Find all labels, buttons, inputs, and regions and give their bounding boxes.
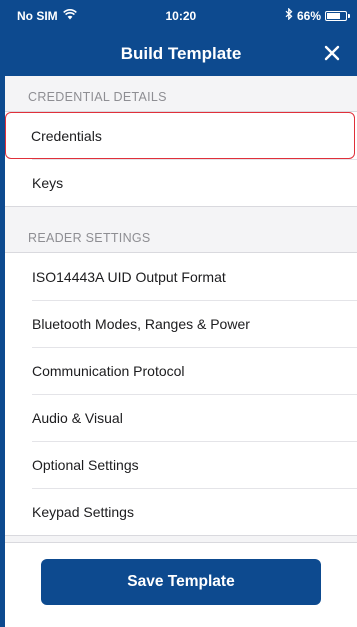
list-item-keys[interactable]: Keys: [5, 159, 357, 206]
carrier-label: No SIM: [17, 8, 58, 23]
list-item-label: Keypad Settings: [32, 503, 134, 520]
page-title: Build Template: [120, 43, 242, 63]
list-item-label: Bluetooth Modes, Ranges & Power: [32, 315, 250, 332]
battery-icon: [325, 10, 350, 21]
save-template-button[interactable]: Save Template: [41, 559, 321, 605]
section-header-reader-settings: READER SETTINGS: [5, 217, 357, 252]
section-header-credential-details: CREDENTIAL DETAILS: [5, 76, 357, 111]
list-item-optional-settings[interactable]: Optional Settings: [5, 441, 357, 488]
wifi-icon: [62, 8, 77, 23]
clock: 10:20: [165, 8, 197, 23]
app-frame: No SIM 10:20 66% Build Template CREDENTI…: [0, 0, 357, 627]
status-left: No SIM: [17, 9, 77, 23]
list-item-label: Communication Protocol: [32, 362, 185, 379]
list-item-communication-protocol[interactable]: Communication Protocol: [5, 347, 357, 394]
list-item-label: ISO14443A UID Output Format: [32, 268, 226, 285]
list-item-bluetooth-modes[interactable]: Bluetooth Modes, Ranges & Power: [5, 300, 357, 347]
list-item-credentials[interactable]: Credentials: [5, 112, 355, 159]
close-icon[interactable]: [321, 42, 343, 64]
status-right: 66%: [285, 7, 350, 23]
footer: Save Template: [5, 542, 357, 627]
list-item-audio-visual[interactable]: Audio & Visual: [5, 394, 357, 441]
battery-fill: [327, 12, 341, 19]
list-item-uid-output-format[interactable]: ISO14443A UID Output Format: [5, 253, 357, 300]
reader-settings-list: ISO14443A UID Output Format Bluetooth Mo…: [5, 252, 357, 536]
list-item-label: Credentials: [31, 127, 102, 144]
credential-details-list: Credentials Keys: [5, 111, 357, 207]
bluetooth-icon: [285, 7, 293, 23]
battery-percent: 66%: [296, 8, 321, 23]
list-item-label: Optional Settings: [32, 456, 139, 473]
list-item-label: Keys: [32, 174, 64, 191]
status-bar: No SIM 10:20 66%: [5, 0, 357, 31]
list-item-keypad-settings[interactable]: Keypad Settings: [5, 488, 357, 535]
nav-bar: Build Template: [5, 31, 357, 76]
list-item-label: Audio & Visual: [32, 409, 123, 426]
